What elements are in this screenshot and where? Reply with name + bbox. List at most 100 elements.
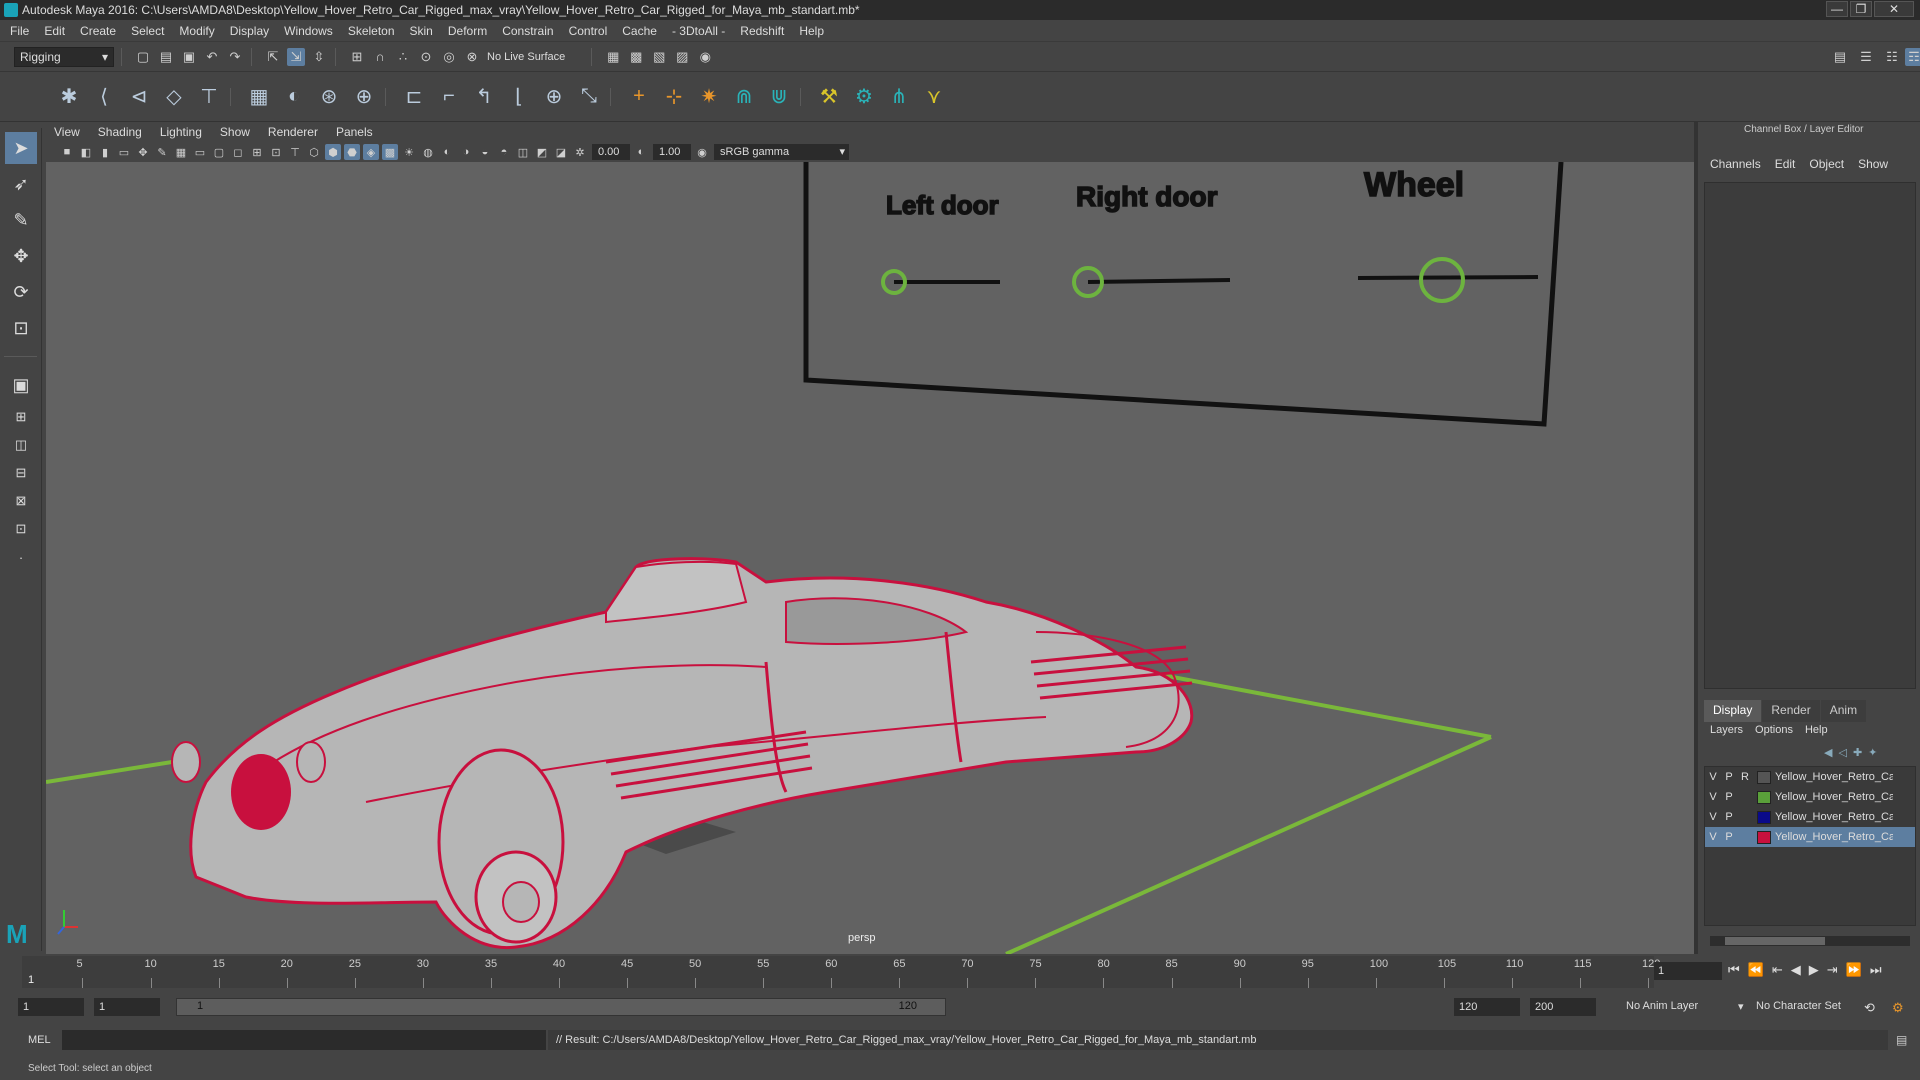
- safe-action-icon[interactable]: ⊡: [268, 144, 284, 160]
- menu-control[interactable]: Control: [569, 24, 608, 38]
- insert-joint-icon[interactable]: ⟨: [90, 83, 118, 111]
- move-layer-down-icon[interactable]: ◁: [1838, 746, 1846, 759]
- layer-menu-layers[interactable]: Layers: [1710, 724, 1743, 736]
- menu-skin[interactable]: Skin: [410, 24, 433, 38]
- play-forwards-icon[interactable]: ▶: [1809, 962, 1819, 978]
- step-back-icon[interactable]: ⏪: [1748, 962, 1764, 978]
- redo-icon[interactable]: ↷: [226, 48, 244, 66]
- paint-select-icon[interactable]: ✎: [5, 204, 37, 236]
- vp-menu-shading[interactable]: Shading: [98, 125, 142, 139]
- xray-icon[interactable]: ◩: [534, 144, 550, 160]
- menu-constrain[interactable]: Constrain: [502, 24, 553, 38]
- layer-scrollbar[interactable]: [1710, 936, 1910, 946]
- channel-list[interactable]: [1704, 182, 1916, 689]
- close-button[interactable]: ✕: [1874, 1, 1914, 17]
- menu-redshift[interactable]: Redshift: [740, 24, 784, 38]
- layer-menu-help[interactable]: Help: [1805, 724, 1828, 736]
- persp-hypershade-icon[interactable]: ⊡: [5, 517, 37, 541]
- vp-menu-show[interactable]: Show: [220, 125, 250, 139]
- ambient-occlusion-icon[interactable]: ◐: [439, 144, 455, 160]
- menu-deform[interactable]: Deform: [448, 24, 487, 38]
- vp-menu-panels[interactable]: Panels: [336, 125, 373, 139]
- persp-outliner-icon[interactable]: ⊟: [5, 461, 37, 485]
- color-management-icon[interactable]: ◉: [694, 144, 710, 160]
- new-layer-selected-icon[interactable]: ✦: [1868, 746, 1877, 759]
- lights-icon[interactable]: ☀: [401, 144, 417, 160]
- depth-of-field-icon[interactable]: ◓: [496, 144, 512, 160]
- layer-reference-toggle[interactable]: R: [1737, 771, 1753, 783]
- go-to-end-icon[interactable]: ⏭: [1870, 962, 1882, 978]
- two-view-icon[interactable]: ◫: [5, 433, 37, 457]
- isolate-select-icon[interactable]: ◫: [515, 144, 531, 160]
- playback-end-field[interactable]: 120: [1454, 998, 1520, 1016]
- script-mode-button[interactable]: MEL: [28, 1034, 51, 1046]
- orient-constraint-icon[interactable]: ⋓: [765, 83, 793, 111]
- ik-handle-icon[interactable]: ⊤: [195, 83, 223, 111]
- grid-toggle-icon[interactable]: ▦: [173, 144, 189, 160]
- render-view-icon[interactable]: ▦: [604, 48, 622, 66]
- layer-playback-toggle[interactable]: P: [1721, 791, 1737, 803]
- layer-visibility-toggle[interactable]: V: [1705, 771, 1721, 783]
- vp-menu-renderer[interactable]: Renderer: [268, 125, 318, 139]
- step-forward-icon[interactable]: ⏩: [1846, 962, 1862, 978]
- snap-surface-icon[interactable]: ◎: [440, 48, 458, 66]
- animation-prefs-icon[interactable]: ⚙: [1892, 1000, 1904, 1016]
- layer-visibility-toggle[interactable]: V: [1705, 831, 1721, 843]
- chevron-down-icon[interactable]: ▾: [1738, 1000, 1744, 1013]
- snap-curve-icon[interactable]: ∩: [371, 48, 389, 66]
- channel-box-icon[interactable]: ☶: [1905, 47, 1920, 66]
- menu-help[interactable]: Help: [799, 24, 824, 38]
- menu-file[interactable]: File: [10, 24, 29, 38]
- point-constraint-icon[interactable]: ⊹: [660, 83, 688, 111]
- menu-set-dropdown[interactable]: Rigging ▾: [14, 46, 114, 67]
- orient-joint-icon[interactable]: ◇: [160, 83, 188, 111]
- vp-menu-view[interactable]: View: [54, 125, 80, 139]
- mirror-weights-icon[interactable]: ⊕: [540, 83, 568, 111]
- render-frame-icon[interactable]: ▩: [627, 48, 645, 66]
- animation-end-field[interactable]: 200: [1530, 998, 1596, 1016]
- ipr-render-icon[interactable]: ▧: [650, 48, 668, 66]
- persp-graph-icon[interactable]: ⊠: [5, 489, 37, 513]
- anim-layer-dropdown[interactable]: No Anim Layer: [1626, 1000, 1698, 1012]
- script-editor-icon[interactable]: ▤: [1896, 1033, 1907, 1047]
- layer-menu-options[interactable]: Options: [1755, 724, 1793, 736]
- scale-tool-icon[interactable]: ⊡: [5, 312, 37, 344]
- layer-row[interactable]: V P Yellow_Hover_Retro_Car: [1705, 807, 1915, 827]
- layer-row[interactable]: V P Yellow_Hover_Retro_Car: [1705, 827, 1915, 847]
- layer-row[interactable]: V P R Yellow_Hover_Retro_Car: [1705, 767, 1915, 787]
- smooth-shade-icon[interactable]: ⬢: [325, 144, 341, 160]
- layer-color-swatch[interactable]: [1757, 830, 1771, 844]
- layer-playback-toggle[interactable]: P: [1721, 771, 1737, 783]
- new-scene-icon[interactable]: ▢: [134, 48, 152, 66]
- layer-color-swatch[interactable]: [1757, 770, 1771, 784]
- textured-icon[interactable]: ▩: [382, 144, 398, 160]
- menu-select[interactable]: Select: [131, 24, 164, 38]
- human-ik-icon[interactable]: ⋔: [885, 83, 913, 111]
- panel-splitter[interactable]: [1694, 122, 1698, 954]
- tab-render[interactable]: Render: [1762, 700, 1820, 722]
- view-transform-dropdown[interactable]: sRGB gamma: [714, 144, 849, 160]
- shadows-icon[interactable]: ◍: [420, 144, 436, 160]
- cb-menu-object[interactable]: Object: [1809, 157, 1844, 171]
- gamma-icon[interactable]: ◐: [633, 144, 649, 160]
- time-slider[interactable]: 1 5 10 15 20 25 30 35 40 45 50 55 60 65 70 75 80 85 90 95 1…: [22, 956, 1660, 988]
- resolution-gate-icon[interactable]: ▢: [211, 144, 227, 160]
- hik-icon[interactable]: ⚒: [815, 83, 843, 111]
- lattice-icon[interactable]: ▦: [245, 83, 273, 111]
- four-view-icon[interactable]: ⊞: [5, 405, 37, 429]
- menu-skeleton[interactable]: Skeleton: [348, 24, 395, 38]
- open-scene-icon[interactable]: ▤: [157, 48, 175, 66]
- scene-canvas[interactable]: Left door Right door Wheel: [46, 162, 1694, 954]
- single-view-icon[interactable]: ▣: [5, 369, 37, 401]
- joint-tool-icon[interactable]: ✱: [55, 83, 83, 111]
- vp-menu-lighting[interactable]: Lighting: [160, 125, 202, 139]
- undo-icon[interactable]: ↶: [203, 48, 221, 66]
- tool-settings-icon[interactable]: ☷: [1883, 48, 1901, 66]
- aim-constraint-icon[interactable]: ✷: [695, 83, 723, 111]
- command-input[interactable]: [62, 1030, 546, 1050]
- copy-weights-icon[interactable]: ⤡: [575, 83, 603, 111]
- menu-3dtoall[interactable]: - 3DtoAll -: [672, 24, 725, 38]
- step-back-key-icon[interactable]: ⇤: [1772, 962, 1783, 978]
- layout-extra-icon[interactable]: ·: [5, 545, 37, 569]
- move-tool-icon[interactable]: ✥: [5, 240, 37, 272]
